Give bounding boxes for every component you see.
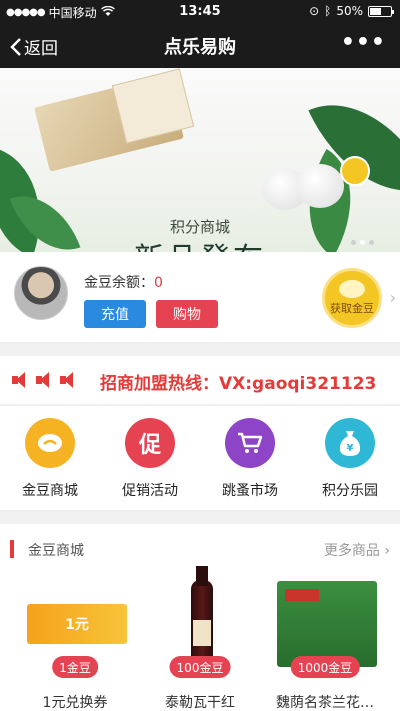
section-accent-bar <box>10 540 14 558</box>
promotion-icon: 促 <box>125 418 175 468</box>
product-name: 泰勒瓦干红 <box>165 695 235 711</box>
tea-cake-image <box>296 164 344 208</box>
chevron-right-icon: › <box>389 288 396 307</box>
balance-value: 0 <box>154 275 163 291</box>
account-panel: 金豆余额：0 充值 购物 获取金豆 › <box>0 252 400 342</box>
svg-text:¥: ¥ <box>347 443 354 454</box>
category-points-park[interactable]: ¥ 积分乐园 <box>300 406 400 510</box>
money-bag-icon: ¥ <box>325 418 375 468</box>
banner-pager <box>351 240 374 245</box>
tea-box-image <box>277 580 377 667</box>
product-price: 1000金豆 <box>290 656 360 678</box>
banner-headline: 新品發布 <box>0 234 400 252</box>
speaker-icon <box>12 371 32 389</box>
pager-dot <box>351 240 356 245</box>
product-card[interactable]: 1元 1金豆 1元兑换券 <box>10 576 140 711</box>
category-nav: 金豆商城 促 促销活动 跳蚤市场 ¥ 积分乐园 <box>0 406 400 510</box>
category-label: 金豆商城 <box>22 483 78 499</box>
get-beans-label: 获取金豆 <box>330 302 374 315</box>
product-price: 1金豆 <box>52 656 98 678</box>
announcement-text: 招商加盟热线：VX:gaoqi321123 <box>100 374 377 394</box>
get-beans-button[interactable]: 获取金豆 <box>322 268 382 328</box>
battery-percent: 50% <box>336 4 363 18</box>
chevron-right-icon: › <box>384 543 390 559</box>
gold-bean-icon <box>339 280 365 298</box>
battery-icon <box>368 5 394 17</box>
category-label: 跳蚤市场 <box>222 483 278 499</box>
status-bar: ●●●●● 中国移动 13:45 ⊙ ᛒ 50% <box>0 0 400 22</box>
section-title: 金豆商城 <box>28 543 84 559</box>
battery-fill <box>370 7 381 15</box>
more-menu-button[interactable]: ••• <box>341 30 386 55</box>
shop-button[interactable]: 购物 <box>156 300 218 328</box>
product-card[interactable]: 1000金豆 魏荫名茶兰花… <box>260 576 390 711</box>
balance-row: 金豆余额：0 <box>84 272 163 292</box>
product-price: 100金豆 <box>169 656 231 678</box>
pager-dot-active <box>360 240 365 245</box>
speaker-icon <box>60 371 80 389</box>
cart-icon <box>225 418 275 468</box>
pager-dot <box>369 240 374 245</box>
product-card[interactable]: 100金豆 泰勒瓦干红 <box>135 565 265 711</box>
product-name: 魏荫名茶兰花… <box>276 695 374 711</box>
category-label: 促销活动 <box>122 483 178 499</box>
bluetooth-icon: ᛒ <box>324 4 332 18</box>
more-goods-link[interactable]: 更多商品 › <box>324 540 390 560</box>
more-goods-label: 更多商品 <box>323 543 380 559</box>
speaker-icon <box>36 371 56 389</box>
balance-label: 金豆余额： <box>84 275 154 291</box>
gold-bean-icon <box>25 418 75 468</box>
status-right: ⊙ ᛒ 50% <box>309 4 394 18</box>
tea-label-badge <box>340 156 370 186</box>
goods-section: 金豆商城 更多商品 › 1元 1金豆 1元兑换券 100金豆 泰勒瓦干红 100… <box>0 524 400 711</box>
coupon-image: 1元 <box>27 603 127 644</box>
category-flea-market[interactable]: 跳蚤市场 <box>200 406 300 510</box>
promo-banner[interactable]: 积分商城 新品發布 <box>0 68 400 252</box>
category-promotion[interactable]: 促 促销活动 <box>100 406 200 510</box>
wine-bottle-image <box>191 565 213 668</box>
announcement-bar[interactable]: 招商加盟热线：VX:gaoqi321123 <box>0 356 400 404</box>
nav-bar: 返回 点乐易购 ••• <box>0 22 400 68</box>
avatar[interactable] <box>14 266 68 320</box>
product-name: 1元兑换券 <box>42 695 108 711</box>
category-label: 积分乐园 <box>322 483 378 499</box>
category-gold-bean-mall[interactable]: 金豆商城 <box>0 406 100 510</box>
recharge-button[interactable]: 充值 <box>84 300 146 328</box>
rotation-lock-icon: ⊙ <box>309 4 320 18</box>
